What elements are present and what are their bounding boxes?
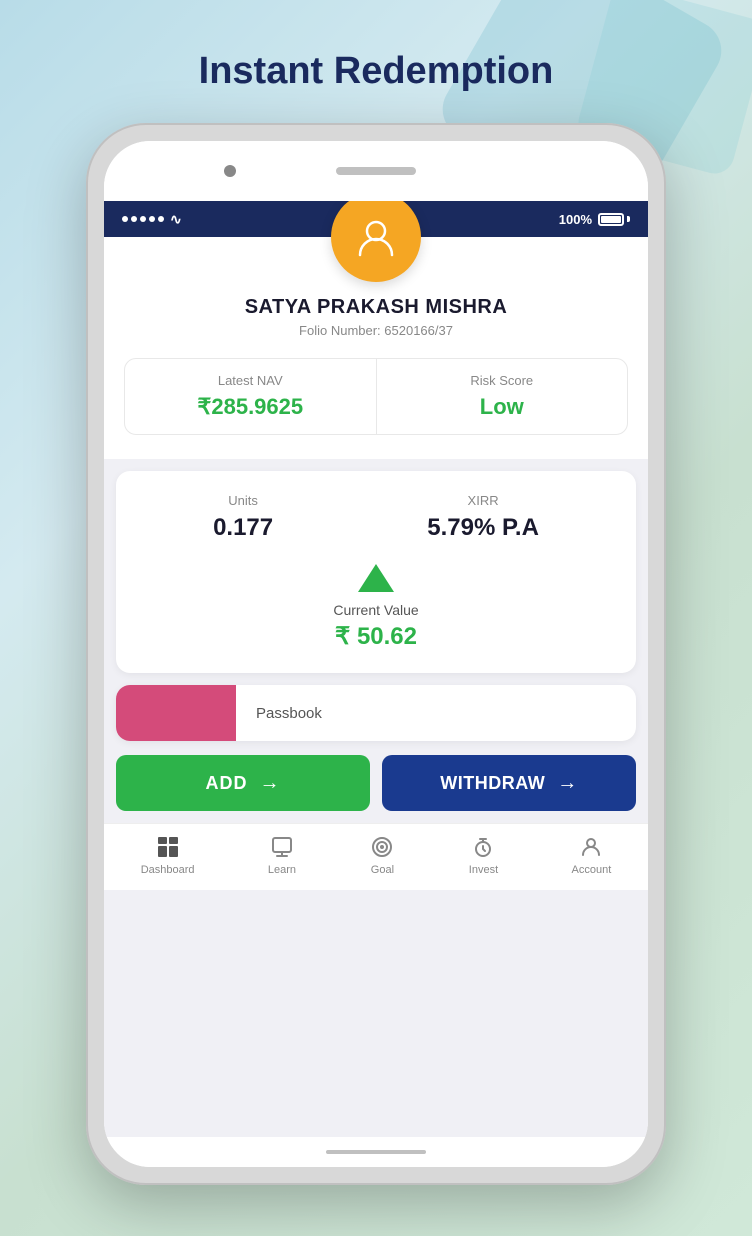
xirr-label: XIRR	[468, 493, 499, 508]
xirr-value: 5.79% P.A	[427, 514, 539, 542]
passbook-row[interactable]: Passbook	[116, 685, 636, 741]
sidebar-item-goal[interactable]: Goal	[369, 834, 395, 876]
add-button[interactable]: ADD →	[116, 755, 370, 811]
user-name: SATYA PRAKASH MISHRA	[245, 296, 508, 319]
risk-score-label: Risk Score	[470, 373, 533, 388]
dashboard-label: Dashboard	[141, 864, 195, 876]
units-box: Units 0.177	[213, 493, 273, 542]
phone-bottom-bezel	[104, 1137, 648, 1167]
invest-icon	[470, 834, 496, 860]
units-xirr-row: Units 0.177 XIRR 5.79% P.A	[136, 493, 616, 542]
account-label: Account	[572, 864, 612, 876]
triangle-up-icon	[358, 564, 394, 592]
goal-icon	[369, 834, 395, 860]
user-icon	[352, 213, 400, 261]
invest-label: Invest	[469, 864, 498, 876]
home-indicator	[326, 1150, 426, 1154]
sidebar-item-invest[interactable]: Invest	[469, 834, 498, 876]
add-label: ADD	[206, 773, 248, 794]
folio-number: Folio Number: 6520166/37	[299, 323, 453, 338]
bottom-nav: Dashboard Learn	[104, 823, 648, 890]
nav-score-row: Latest NAV ₹285.9625 Risk Score Low	[124, 358, 628, 435]
passbook-active-tab[interactable]	[116, 685, 236, 741]
action-buttons: ADD → WITHDRAW →	[116, 755, 636, 811]
latest-nav-label: Latest NAV	[218, 373, 283, 388]
latest-nav-box: Latest NAV ₹285.9625	[125, 359, 377, 434]
units-value: 0.177	[213, 514, 273, 542]
add-arrow-icon: →	[260, 772, 281, 795]
wifi-icon: ∿	[170, 211, 182, 228]
phone-shell: ∿ 9:41 AM 100%	[86, 123, 666, 1185]
withdraw-label: WITHDRAW	[440, 773, 545, 794]
page-title: Instant Redemption	[199, 50, 554, 93]
units-label: Units	[228, 493, 258, 508]
camera-icon	[224, 165, 236, 177]
phone-inner: ∿ 9:41 AM 100%	[104, 141, 648, 1167]
latest-nav-value: ₹285.9625	[197, 394, 303, 420]
status-left: ∿	[122, 211, 182, 228]
goal-label: Goal	[371, 864, 394, 876]
battery-icon	[598, 213, 630, 226]
profile-card: SATYA PRAKASH MISHRA Folio Number: 65201…	[104, 237, 648, 459]
current-value-label: Current Value	[333, 602, 418, 618]
passbook-label: Passbook	[236, 685, 342, 741]
current-value-section: Current Value ₹ 50.62	[136, 564, 616, 651]
learn-icon	[269, 834, 295, 860]
sidebar-item-learn[interactable]: Learn	[268, 834, 296, 876]
xirr-box: XIRR 5.79% P.A	[427, 493, 539, 542]
account-icon	[578, 834, 604, 860]
phone-top-bezel	[104, 141, 648, 201]
current-value-amount: ₹ 50.62	[335, 622, 417, 651]
sidebar-item-dashboard[interactable]: Dashboard	[141, 834, 195, 876]
speaker-grille	[336, 167, 416, 175]
app-content: SATYA PRAKASH MISHRA Folio Number: 65201…	[104, 237, 648, 1137]
signal-icon	[122, 216, 164, 222]
avatar	[331, 192, 421, 282]
sidebar-item-account[interactable]: Account	[572, 834, 612, 876]
units-card: Units 0.177 XIRR 5.79% P.A Current Value…	[116, 471, 636, 673]
withdraw-arrow-icon: →	[557, 772, 578, 795]
withdraw-button[interactable]: WITHDRAW →	[382, 755, 636, 811]
risk-score-value: Low	[480, 394, 524, 420]
battery-percentage: 100%	[559, 212, 592, 227]
learn-label: Learn	[268, 864, 296, 876]
risk-score-box: Risk Score Low	[377, 359, 628, 434]
status-right: 100%	[559, 212, 630, 227]
dashboard-icon	[155, 834, 181, 860]
